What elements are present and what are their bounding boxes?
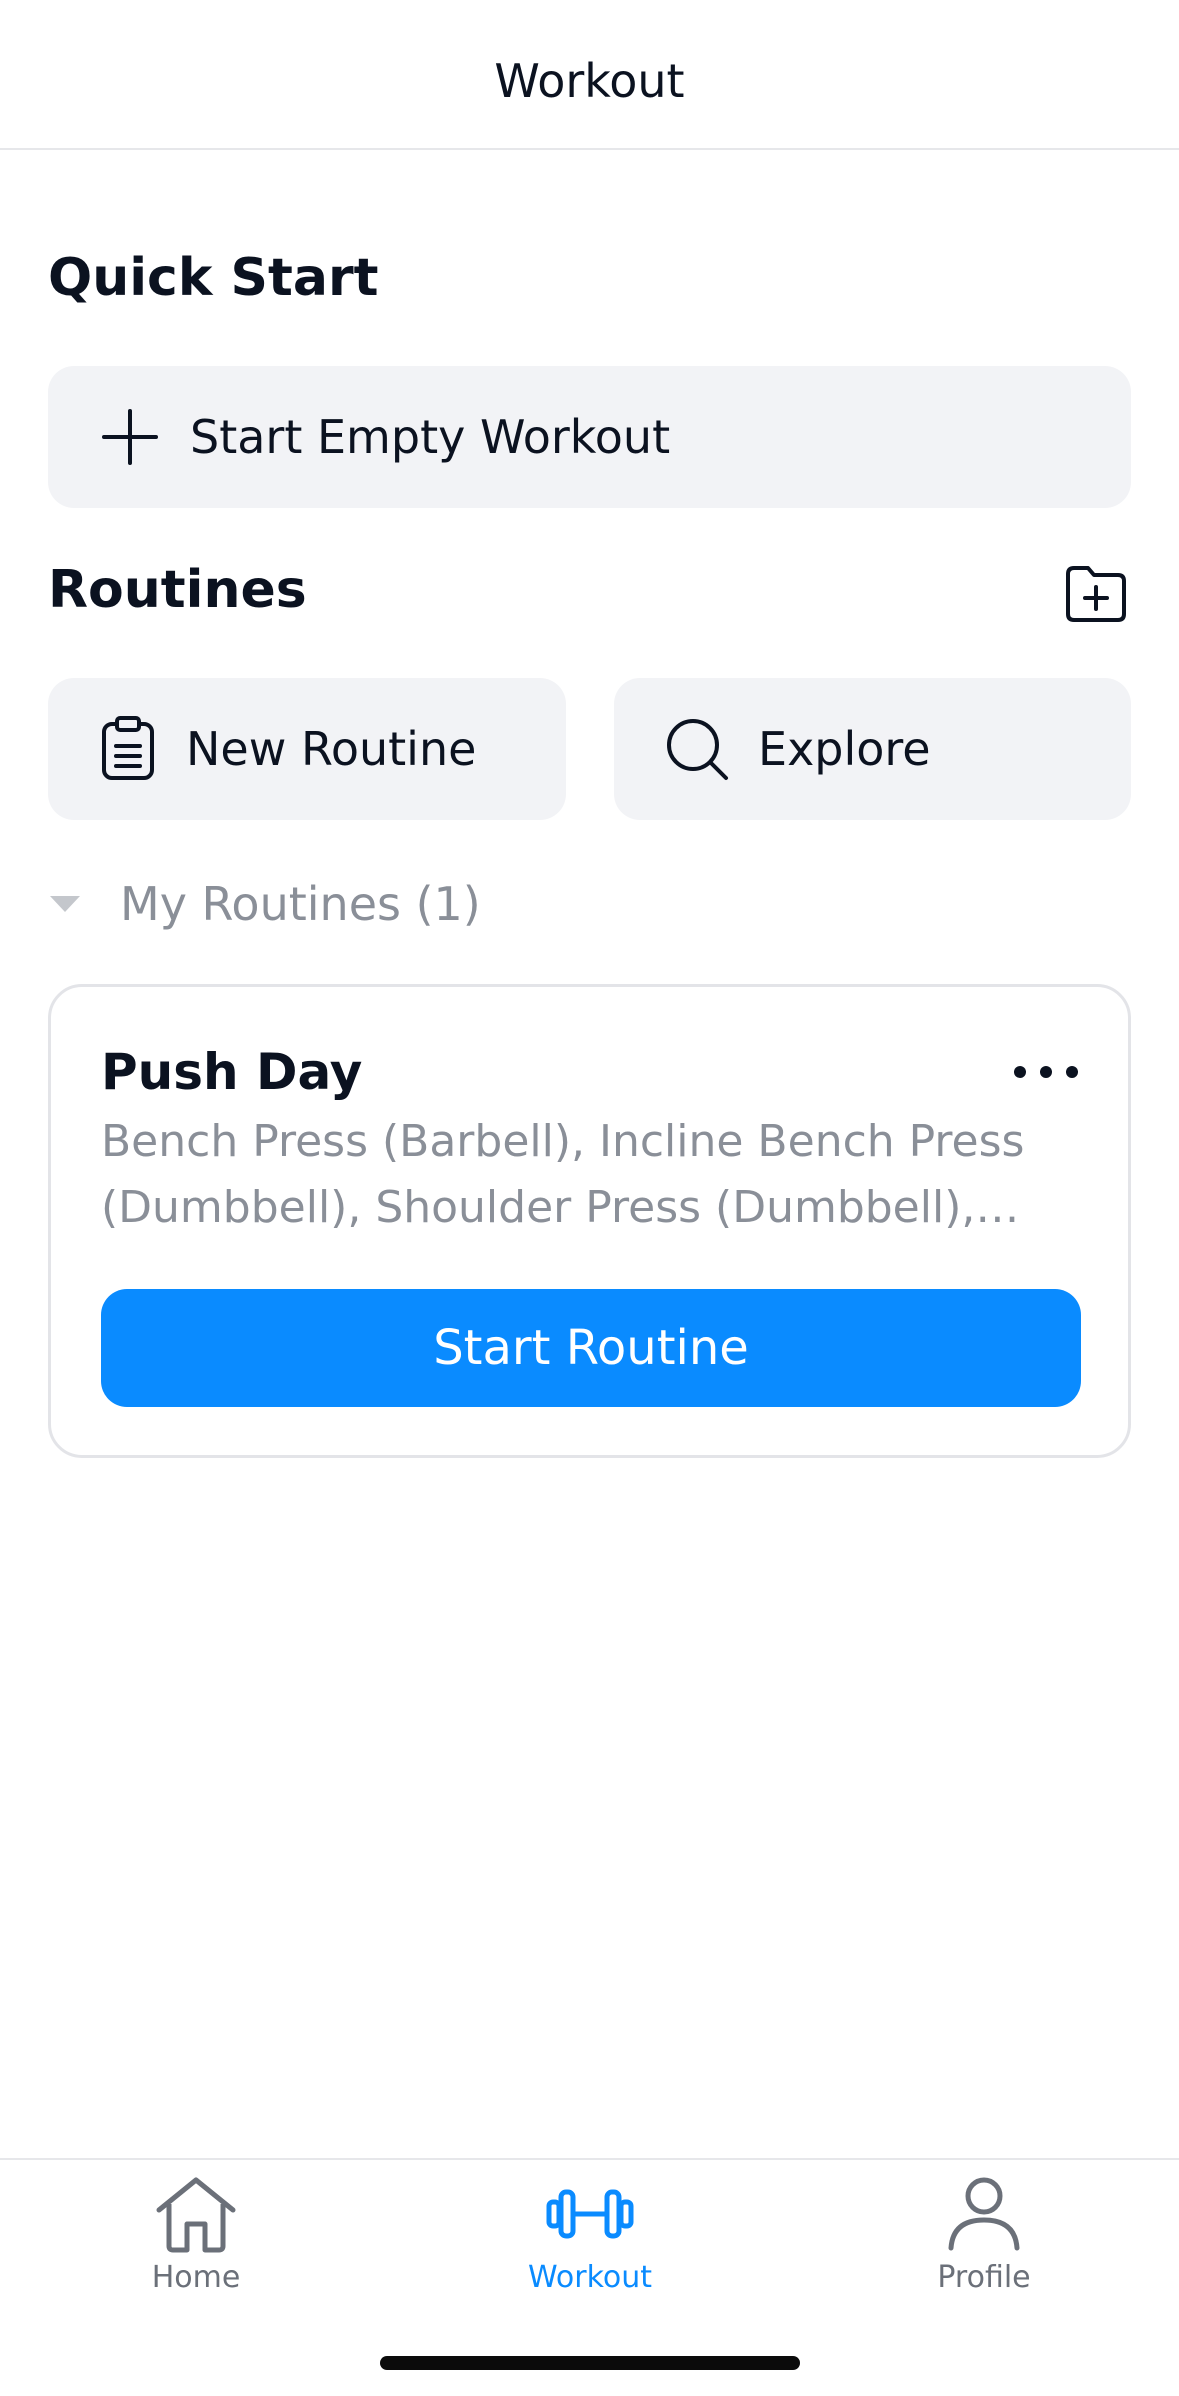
nav-item-workout[interactable]: Workout [490, 2174, 690, 2295]
profile-icon [939, 2174, 1029, 2254]
routine-title: Push Day [101, 1043, 363, 1101]
routine-exercises: Bench Press (Barbell), Incline Bench Pre… [101, 1116, 1025, 1233]
nav-label-workout: Workout [527, 2260, 653, 2295]
search-icon [664, 716, 730, 782]
new-routine-button[interactable]: New Routine [48, 678, 566, 820]
start-empty-workout-button[interactable]: Start Empty Workout [48, 366, 1131, 508]
page-title: Workout [494, 54, 685, 108]
clipboard-icon [100, 716, 156, 782]
nav-item-home[interactable]: Home [96, 2174, 296, 2295]
explore-label: Explore [758, 722, 931, 776]
nav-label-profile: Profile [937, 2260, 1031, 2295]
my-routines-label: My Routines (1) [120, 877, 481, 931]
nav-label-home: Home [151, 2260, 241, 2295]
start-routine-button[interactable]: Start Routine [101, 1289, 1081, 1407]
caret-down-icon [48, 894, 82, 914]
new-folder-icon[interactable] [1062, 562, 1130, 626]
home-icon [151, 2174, 241, 2254]
home-indicator [380, 2356, 800, 2370]
plus-icon [102, 409, 158, 465]
my-routines-folder-toggle[interactable]: My Routines (1) [48, 868, 481, 940]
quick-start-heading: Quick Start [48, 248, 379, 308]
start-empty-workout-label: Start Empty Workout [190, 410, 671, 464]
top-bar: Workout [0, 0, 1179, 150]
nav-item-profile[interactable]: Profile [884, 2174, 1084, 2295]
routines-heading: Routines [48, 560, 307, 620]
dumbbell-icon [545, 2174, 635, 2254]
explore-button[interactable]: Explore [614, 678, 1131, 820]
new-routine-label: New Routine [186, 722, 477, 776]
more-options-icon[interactable] [1014, 1057, 1078, 1087]
routine-card[interactable]: Push Day Bench Press (Barbell), Incline … [48, 984, 1131, 1458]
